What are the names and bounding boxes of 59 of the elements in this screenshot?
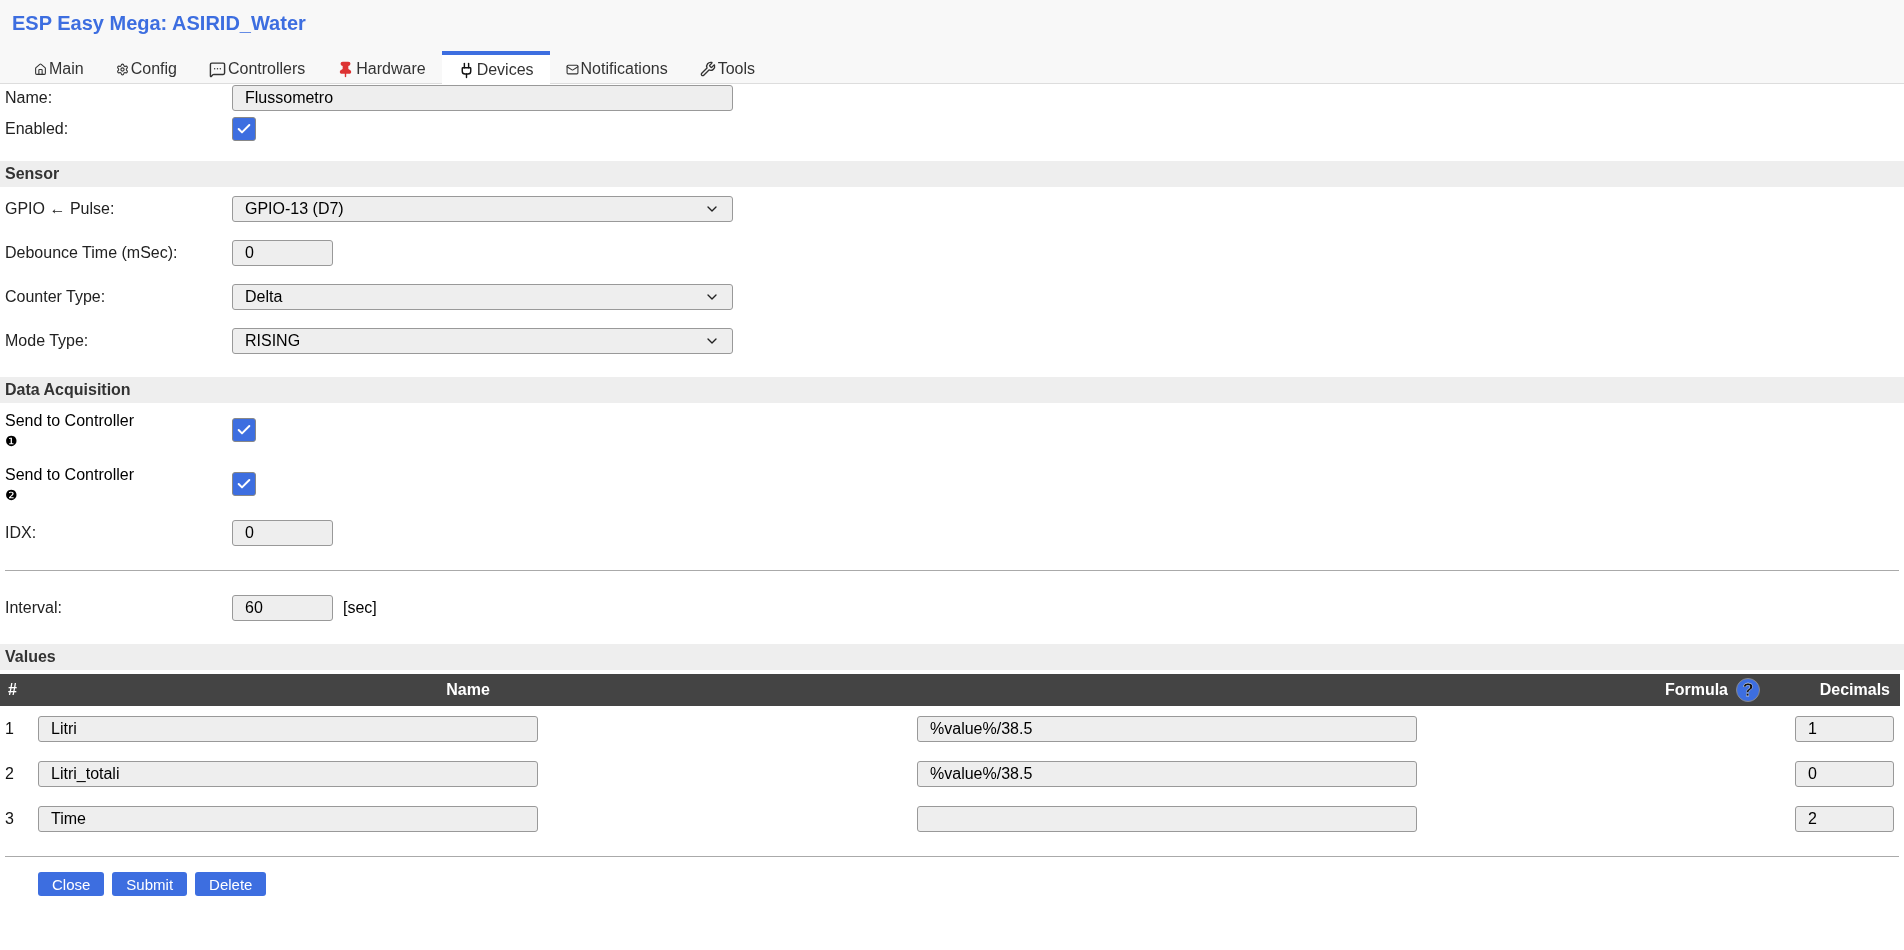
- field-label: Interval:: [5, 599, 63, 617]
- input-field[interactable]: 60: [232, 595, 333, 621]
- settings-icon: [115, 62, 129, 76]
- input-field[interactable]: %value%/38.5: [917, 715, 1417, 742]
- input-field[interactable]: Litri: [38, 715, 538, 742]
- input-field[interactable]: Flussometro: [232, 85, 733, 111]
- nav-tab[interactable]: Config: [99, 53, 193, 85]
- action-button[interactable]: Delete: [195, 872, 267, 896]
- unit-label: [sec]: [343, 599, 377, 617]
- controller-number: ❶: [5, 434, 19, 448]
- nav-tab[interactable]: Controllers: [192, 53, 322, 85]
- input-field[interactable]: [917, 805, 1417, 832]
- row-number: 3: [5, 809, 15, 828]
- input-field[interactable]: 1: [1795, 715, 1894, 742]
- nav-tab[interactable]: Devices: [441, 51, 550, 85]
- section-header: Sensor: [0, 161, 1904, 187]
- column-header: Name: [446, 681, 490, 699]
- field-label: GPIO ← Pulse:: [5, 200, 116, 218]
- field-label: Mode Type:: [5, 332, 90, 350]
- nav-tab[interactable]: Main: [18, 53, 100, 85]
- wrench-icon: [699, 61, 716, 77]
- field-label: Debounce Time (mSec):: [5, 244, 179, 262]
- select-field[interactable]: RISING: [232, 328, 733, 354]
- column-header: Decimals: [1819, 681, 1890, 699]
- row-number: 1: [5, 719, 15, 738]
- nav-tab[interactable]: Notifications: [549, 53, 684, 85]
- field-label: Send to Controller: [5, 466, 135, 484]
- select-field[interactable]: GPIO-13 (D7): [232, 196, 733, 222]
- column-header: Formula: [1664, 681, 1728, 699]
- select-field[interactable]: Delta: [232, 284, 733, 310]
- help-icon[interactable]: ?: [1736, 678, 1760, 702]
- field-label: Counter Type:: [5, 288, 107, 306]
- row-number: 2: [5, 764, 15, 783]
- controller-number: ❷: [5, 488, 19, 502]
- input-field[interactable]: 0: [232, 520, 333, 546]
- checkbox[interactable]: [232, 472, 256, 496]
- input-field[interactable]: Time: [38, 805, 538, 832]
- home-icon: [34, 62, 47, 76]
- input-field[interactable]: Litri_totali: [38, 760, 538, 787]
- field-label: Enabled:: [5, 120, 70, 138]
- section-header: Values: [0, 644, 1904, 670]
- nav-tab[interactable]: Hardware: [321, 53, 442, 85]
- input-field[interactable]: 0: [232, 240, 333, 266]
- checkbox[interactable]: [232, 418, 256, 442]
- page-title: ESP Easy Mega: ASIRID_Water: [11, 11, 307, 36]
- action-button[interactable]: Close: [38, 872, 105, 896]
- chat-icon: [208, 60, 226, 78]
- section-header: Data Acquisition: [0, 377, 1904, 403]
- input-field[interactable]: %value%/38.5: [917, 760, 1417, 787]
- field-label: IDX:: [5, 524, 38, 542]
- mail-icon: [565, 62, 579, 76]
- checkbox[interactable]: [232, 117, 256, 141]
- action-button[interactable]: Submit: [112, 872, 188, 896]
- field-label: Send to Controller: [5, 412, 135, 430]
- input-field[interactable]: 2: [1795, 805, 1894, 832]
- field-label: Name:: [5, 89, 54, 107]
- column-header: #: [8, 681, 17, 699]
- input-field[interactable]: 0: [1795, 760, 1894, 787]
- nav-tab[interactable]: Tools: [683, 53, 772, 85]
